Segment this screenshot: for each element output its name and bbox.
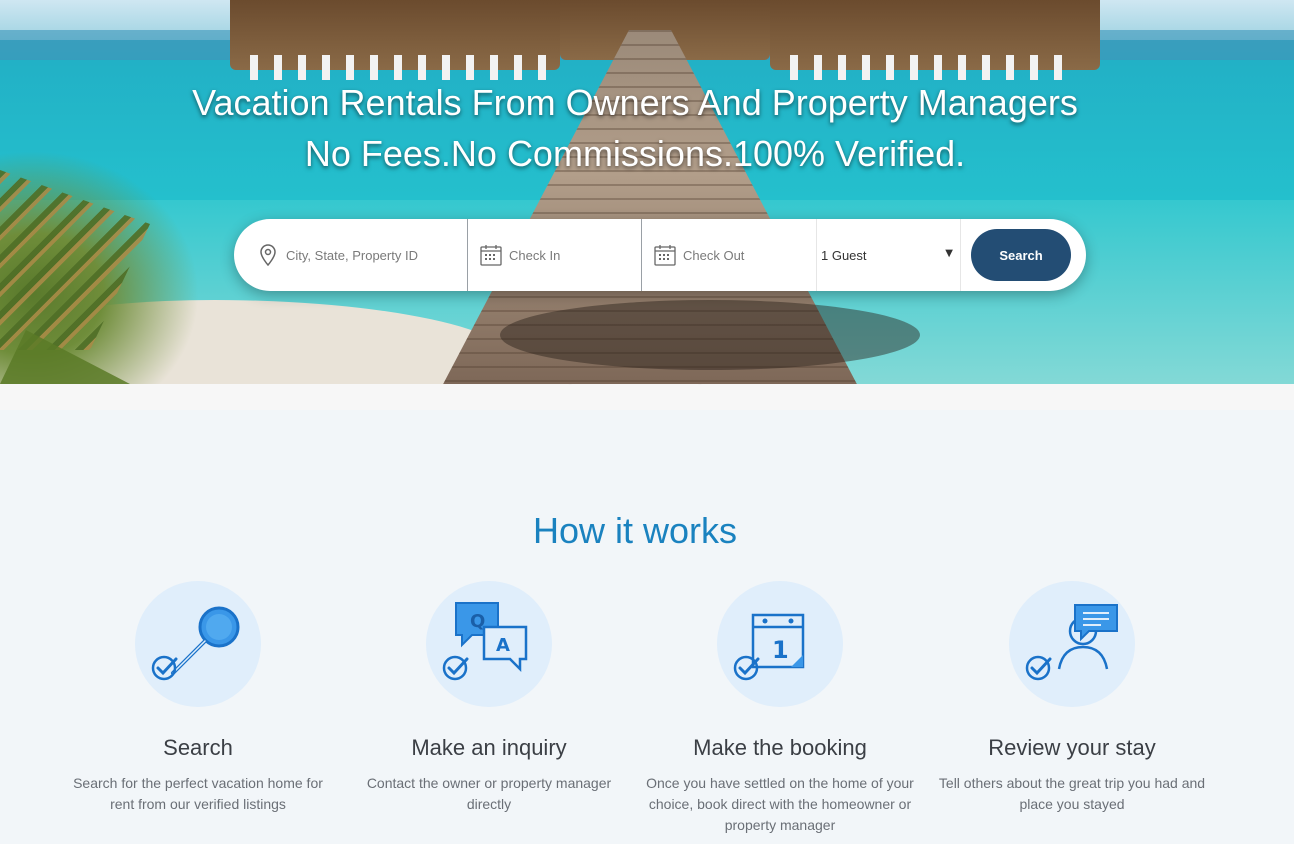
field-divider <box>641 219 642 291</box>
hero-shadow <box>500 300 920 370</box>
how-it-works-title: How it works <box>532 510 738 551</box>
caret-down-icon: ▼ <box>945 248 953 259</box>
step-booking: 1 Make the booking Once you have settled… <box>640 581 920 836</box>
magnifier-check-icon <box>151 606 240 681</box>
step-review: Review your stay Tell others about the g… <box>932 581 1212 815</box>
step-title: Make an inquiry <box>411 735 567 760</box>
calendar-check-icon: 1 <box>733 613 805 681</box>
checkout-placeholder: Check Out <box>683 247 745 263</box>
svg-text:A: A <box>496 635 510 656</box>
search-bar: City, State, Property ID Check In Check <box>234 219 1086 291</box>
field-divider <box>816 219 817 291</box>
svg-text:1: 1 <box>772 636 789 664</box>
step-description: Tell others about the great trip you had… <box>938 775 1206 812</box>
field-divider <box>960 219 961 291</box>
hero-title: Vacation Rentals From Owners And Propert… <box>192 82 1078 123</box>
step-icon-circle: 1 <box>717 581 843 707</box>
step-title: Search <box>163 735 233 760</box>
step-title: Review your stay <box>988 735 1156 760</box>
calendar-icon <box>654 245 676 266</box>
hero-stilts <box>250 55 550 80</box>
user-review-check-icon <box>1025 604 1118 681</box>
checkout-input[interactable]: Check Out <box>653 219 823 291</box>
map-pin-icon <box>260 244 276 267</box>
section-notch <box>568 384 702 408</box>
location-placeholder: City, State, Property ID <box>286 247 418 263</box>
hero-banner: Vacation Rentals From Owners And Propert… <box>0 0 1294 384</box>
step-inquiry: Q A Make an inquiry Contact the owner or… <box>349 581 629 815</box>
hero-subtitle: No Fees.No Commissions.100% Verified. <box>304 133 966 174</box>
qa-chat-check-icon: Q A <box>442 602 528 681</box>
search-button[interactable]: Search <box>971 229 1071 281</box>
guests-select[interactable]: 1 Guest ▼ <box>821 219 959 291</box>
checkin-input[interactable]: Check In <box>479 219 649 291</box>
guests-value: 1 Guest <box>821 247 867 263</box>
step-search: Search Search for the perfect vacation h… <box>58 581 338 815</box>
hero-stilts <box>790 55 1070 80</box>
step-icon-circle <box>1009 581 1135 707</box>
step-description: Contact the owner or property manager di… <box>366 775 612 812</box>
step-description: Search for the perfect vacation home for… <box>73 775 323 812</box>
calendar-icon <box>480 245 502 266</box>
location-input[interactable]: City, State, Property ID <box>256 219 466 291</box>
step-icon-circle: Q A <box>426 581 552 707</box>
step-title: Make the booking <box>693 735 867 760</box>
checkin-placeholder: Check In <box>509 247 561 263</box>
step-description: Once you have settled on the home of you… <box>646 775 914 833</box>
step-icon-circle <box>135 581 261 707</box>
field-divider <box>467 219 468 291</box>
